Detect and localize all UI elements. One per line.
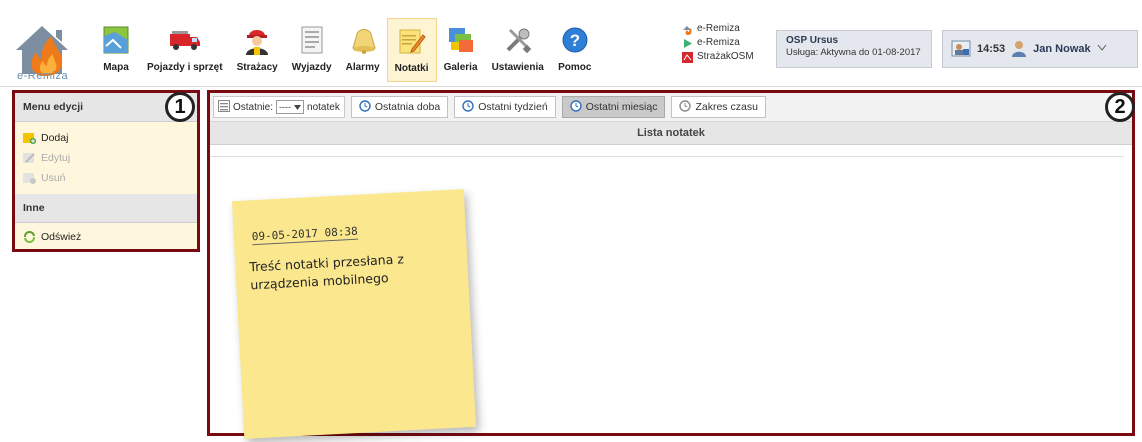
delete-icon (23, 172, 36, 184)
gallery-icon (444, 22, 478, 58)
nav-label: Ustawienia (491, 62, 544, 73)
clock-time: 14:53 (977, 43, 1006, 55)
clock-icon (569, 99, 582, 115)
sticky-note[interactable]: 09-05-2017 08:38 Treść notatki przesłana… (231, 189, 477, 439)
strazak-osm-icon (682, 51, 693, 63)
list-filter-icon (218, 99, 230, 115)
nav-label: Strażacy (236, 62, 278, 73)
user-menu[interactable]: 14:53 Jan Nowak (942, 30, 1138, 68)
add-button[interactable]: Dodaj (15, 128, 197, 148)
nav-label: Alarmy (345, 62, 380, 73)
nav-item-strazacy[interactable]: Strażacy (230, 18, 285, 82)
edit-button[interactable]: Edytuj (15, 148, 197, 168)
map-icon (99, 22, 133, 58)
nav-item-ustawienia[interactable]: Ustawienia (485, 18, 551, 82)
user-avatar-icon (1011, 39, 1027, 60)
last-week-button[interactable]: Ostatni tydzień (454, 96, 556, 118)
nav-item-pojazdy[interactable]: Pojazdy i sprzęt (140, 18, 230, 82)
clock-icon (462, 99, 474, 115)
nav-label: Pomoc (558, 62, 592, 73)
link-e-remiza-2[interactable]: e-Remiza (682, 36, 754, 50)
svg-text:?: ? (570, 31, 580, 50)
service-status: Usługa: Aktywna do 01-08-2017 (786, 47, 921, 58)
organization-name: OSP Ursus (786, 35, 839, 46)
external-links: e-Remiza e-Remiza StrażakOSM (682, 22, 754, 64)
edit-icon (23, 152, 36, 164)
notes-list: 09-05-2017 08:38 Treść notatki przesłana… (210, 145, 1132, 439)
section-header-other: Inne (15, 194, 197, 223)
time-range-button[interactable]: Zakres czasu (671, 96, 766, 118)
callout-badge-2: 2 (1105, 92, 1135, 122)
nav-label: Pojazdy i sprzęt (147, 62, 223, 73)
refresh-icon (23, 230, 36, 244)
nav-item-galeria[interactable]: Galeria (437, 18, 485, 82)
delete-button[interactable]: Usuń (15, 168, 197, 188)
nav-item-alarmy[interactable]: Alarmy (339, 18, 387, 82)
clock-icon (359, 99, 371, 115)
notes-panel: Ostatnie: ---- notatek Ostatnia doba Ost… (207, 90, 1135, 439)
top-bar: e-Remiza Mapa Pojazdy i sprzęt Strażacy … (0, 0, 1142, 87)
notes-list-title: Lista notatek (210, 122, 1132, 145)
nav-label: Mapa (103, 62, 129, 73)
refresh-button[interactable]: Odśwież (15, 227, 197, 247)
nav-label: Galeria (443, 62, 478, 73)
dropdown-arrow-icon (294, 102, 302, 112)
filter-toolbar: Ostatnie: ---- notatek Ostatnia doba Ost… (210, 93, 1132, 122)
tools-icon (501, 22, 535, 58)
divider (210, 156, 1124, 157)
last-notes-filter: Ostatnie: ---- notatek (213, 96, 345, 118)
user-name: Jan Nowak (1033, 43, 1091, 55)
bell-icon (346, 22, 380, 58)
nav-item-mapa[interactable]: Mapa (92, 18, 140, 82)
calendar-user-icon (951, 39, 971, 60)
last-month-button[interactable]: Ostatni miesiąc (561, 96, 666, 118)
last-count-select[interactable]: ---- (276, 100, 305, 114)
document-icon (295, 22, 329, 58)
help-icon: ? (558, 22, 592, 58)
organization-box: OSP Ursus Usługa: Aktywna do 01-08-2017 (776, 30, 932, 68)
e-remiza-small-icon (682, 24, 693, 35)
nav-label: Notatki (394, 63, 429, 74)
fire-truck-icon (168, 22, 202, 58)
firefighter-icon (240, 22, 274, 58)
link-strazak-osm[interactable]: StrażakOSM (682, 50, 754, 64)
note-date: 09-05-2017 08:38 (251, 224, 359, 246)
callout-badge-1: 1 (165, 92, 195, 122)
link-e-remiza-1[interactable]: e-Remiza (682, 22, 754, 36)
note-text: Treść notatki przesłana z urządzenia mob… (248, 251, 405, 293)
nav-label: Wyjazdy (291, 62, 332, 73)
chevron-down-icon (1097, 43, 1107, 55)
add-icon (23, 132, 36, 144)
play-store-icon (682, 38, 693, 49)
nav-item-pomoc[interactable]: ? Pomoc (551, 18, 599, 82)
logo-text: e-Remiza (17, 70, 69, 82)
main-nav: Mapa Pojazdy i sprzęt Strażacy Wyjazdy A… (92, 18, 599, 82)
last-day-button[interactable]: Ostatnia doba (350, 96, 449, 118)
nav-item-notatki[interactable]: Notatki (386, 18, 437, 82)
nav-item-wyjazdy[interactable]: Wyjazdy (285, 18, 339, 82)
range-clock-icon (679, 99, 692, 115)
notepad-icon (395, 23, 429, 59)
